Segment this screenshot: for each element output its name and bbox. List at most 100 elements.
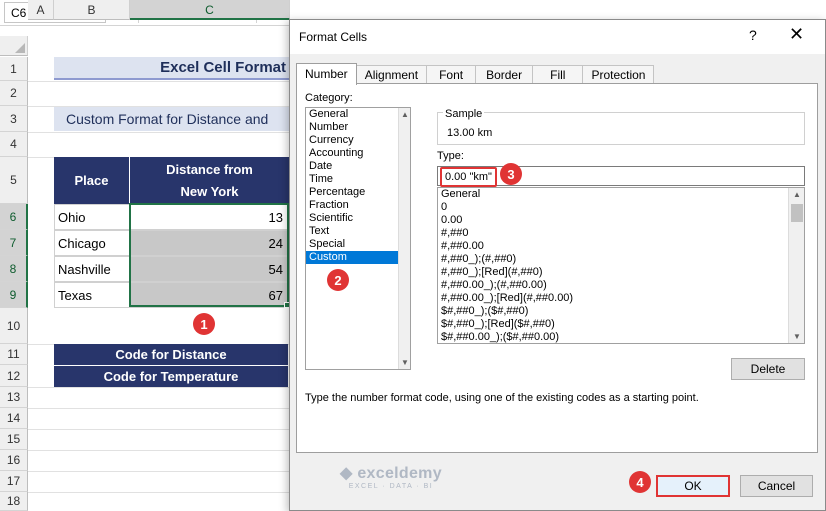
scroll-thumb[interactable] [791, 204, 803, 222]
watermark-logo-icon: ◆ [340, 465, 353, 482]
step-badge-1: 1 [193, 313, 215, 335]
format-code-item[interactable]: General [438, 188, 804, 201]
row-header-4[interactable]: 4 [0, 132, 28, 157]
gridline [28, 132, 290, 133]
category-item[interactable]: Accounting [306, 147, 410, 160]
scroll-down-icon[interactable]: ▼ [401, 358, 409, 367]
category-item[interactable]: Time [306, 173, 410, 186]
tab-fill[interactable]: Fill [532, 65, 584, 84]
category-item-selected[interactable]: Custom [306, 251, 398, 264]
row-header-13[interactable]: 13 [0, 387, 28, 408]
dialog-titlebar[interactable]: Format Cells ? ✕ [290, 20, 825, 54]
gridline [28, 81, 290, 82]
category-label: Category: [305, 92, 353, 104]
table-header-distance[interactable]: Distance from New York [130, 157, 290, 204]
watermark-name: exceldemy [357, 465, 442, 482]
place-cell[interactable]: Ohio [54, 204, 130, 230]
place-cell[interactable]: Texas [54, 282, 130, 308]
code-temperature-cell[interactable]: Code for Temperature [54, 366, 288, 387]
column-header-a[interactable]: A [28, 0, 54, 20]
category-item[interactable]: Percentage [306, 186, 410, 199]
category-list[interactable]: General Number Currency Accounting Date … [305, 107, 411, 370]
category-item[interactable]: Currency [306, 134, 410, 147]
row-header-10[interactable]: 10 [0, 308, 28, 344]
dialog-title: Format Cells [299, 30, 368, 44]
format-code-item[interactable]: #,##0.00_);(#,##0.00) [438, 279, 804, 292]
row-header-8[interactable]: 8 [0, 256, 28, 282]
category-item[interactable]: Date [306, 160, 410, 173]
row-header-17[interactable]: 17 [0, 471, 28, 492]
row-header-11[interactable]: 11 [0, 344, 28, 365]
column-header-b[interactable]: B [54, 0, 130, 20]
scroll-down-icon[interactable]: ▼ [793, 332, 801, 341]
category-item[interactable]: Text [306, 225, 410, 238]
format-code-item[interactable]: 0 [438, 201, 804, 214]
category-scrollbar[interactable]: ▲ ▼ [398, 108, 410, 369]
row-header-15[interactable]: 15 [0, 429, 28, 450]
format-code-item[interactable]: $#,##0.00_);($#,##0.00) [438, 331, 804, 343]
tab-number[interactable]: Number [296, 63, 357, 85]
scroll-up-icon[interactable]: ▲ [793, 190, 801, 199]
dialog-tabs: Number Alignment Font Border Fill Protec… [296, 63, 655, 85]
gridline [28, 429, 290, 430]
category-item[interactable]: General [306, 108, 410, 121]
row-header-7[interactable]: 7 [0, 230, 28, 256]
gridline [28, 387, 290, 388]
type-label: Type: [437, 150, 464, 162]
row-header-14[interactable]: 14 [0, 408, 28, 429]
ok-button[interactable]: OK [656, 475, 730, 497]
sheet-subtitle[interactable]: Custom Format for Distance and [54, 107, 290, 131]
category-item[interactable]: Special [306, 238, 410, 251]
gridline [28, 492, 290, 493]
cancel-button[interactable]: Cancel [740, 475, 813, 497]
format-cells-dialog: Format Cells ? ✕ Number Alignment Font B… [289, 19, 826, 511]
step-badge-4: 4 [629, 471, 651, 493]
category-item[interactable]: Number [306, 121, 410, 134]
row-header-16[interactable]: 16 [0, 450, 28, 471]
name-box-value: C6 [11, 6, 27, 20]
place-cell[interactable]: Chicago [54, 230, 130, 256]
help-text: Type the number format code, using one o… [305, 392, 699, 404]
help-icon[interactable]: ? [749, 27, 757, 43]
format-list-scrollbar[interactable]: ▲ ▼ [788, 188, 804, 343]
gridline [28, 408, 290, 409]
sheet-title[interactable]: Excel Cell Format [54, 57, 290, 80]
type-value[interactable]: 0.00 "km" [440, 167, 497, 187]
category-item[interactable]: Scientific [306, 212, 410, 225]
format-code-item[interactable]: #,##0_);(#,##0) [438, 253, 804, 266]
format-code-item[interactable]: $#,##0_);[Red]($#,##0) [438, 318, 804, 331]
table-header-place[interactable]: Place [54, 157, 130, 204]
tab-border[interactable]: Border [475, 65, 534, 84]
row-header-12[interactable]: 12 [0, 365, 28, 387]
format-code-item[interactable]: #,##0.00_);[Red](#,##0.00) [438, 292, 804, 305]
tab-alignment[interactable]: Alignment [355, 65, 428, 84]
scroll-up-icon[interactable]: ▲ [401, 110, 409, 119]
row-header-3[interactable]: 3 [0, 106, 28, 132]
column-header-c[interactable]: C [130, 0, 290, 20]
category-item[interactable]: Fraction [306, 199, 410, 212]
format-code-item[interactable]: 0.00 [438, 214, 804, 227]
format-code-list[interactable]: General 0 0.00 #,##0 #,##0.00 #,##0_);(#… [437, 187, 805, 344]
format-code-item[interactable]: $#,##0_);($#,##0) [438, 305, 804, 318]
row-header-5[interactable]: 5 [0, 157, 28, 204]
format-code-item[interactable]: #,##0_);[Red](#,##0) [438, 266, 804, 279]
gridline [28, 471, 290, 472]
format-code-item[interactable]: #,##0 [438, 227, 804, 240]
tab-font[interactable]: Font [426, 65, 477, 84]
row-header-9[interactable]: 9 [0, 282, 28, 308]
row-header-1[interactable]: 1 [0, 57, 28, 81]
row-header-18[interactable]: 18 [0, 492, 28, 511]
delete-button[interactable]: Delete [731, 358, 805, 380]
close-icon[interactable]: ✕ [789, 24, 804, 45]
format-code-item[interactable]: #,##0.00 [438, 240, 804, 253]
code-distance-cell[interactable]: Code for Distance [54, 344, 288, 365]
place-cell[interactable]: Nashville [54, 256, 130, 282]
row-header-6[interactable]: 6 [0, 204, 28, 230]
select-all-corner[interactable] [0, 36, 28, 56]
watermark-logo: ◆ exceldemy [340, 463, 442, 483]
exceldemy-watermark: ◆ exceldemy EXCEL · DATA · BI [340, 463, 442, 490]
row-header-2[interactable]: 2 [0, 81, 28, 106]
gridline [28, 450, 290, 451]
tab-protection[interactable]: Protection [582, 65, 655, 84]
header-distance-line1: Distance from [166, 161, 253, 177]
